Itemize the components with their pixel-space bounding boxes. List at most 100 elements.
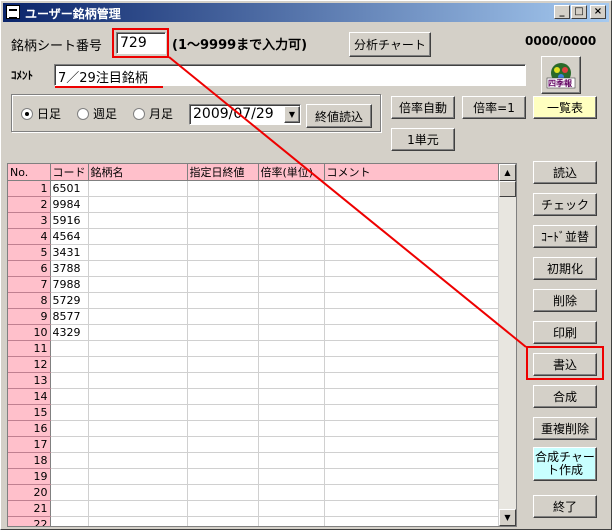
comment-cell[interactable] — [324, 292, 499, 309]
row-number-cell[interactable]: 17 — [8, 436, 51, 453]
name-cell[interactable] — [88, 308, 188, 325]
code-cell[interactable] — [50, 340, 89, 357]
comment-cell[interactable] — [324, 420, 499, 437]
comment-cell[interactable] — [324, 260, 499, 277]
column-header-no[interactable]: No. — [8, 164, 51, 181]
row-number-cell[interactable]: 1 — [8, 180, 51, 197]
table-row[interactable]: 2 9984 — [8, 196, 499, 213]
ratio-cell[interactable] — [258, 244, 325, 261]
close-price-cell[interactable] — [187, 260, 259, 277]
read-button[interactable]: 読込 — [533, 161, 597, 184]
close-price-cell[interactable] — [187, 324, 259, 341]
close-price-cell[interactable] — [187, 468, 259, 485]
code-cell[interactable] — [50, 516, 89, 526]
name-cell[interactable] — [88, 468, 188, 485]
name-cell[interactable] — [88, 228, 188, 245]
code-cell[interactable]: 4564 — [50, 228, 89, 245]
close-price-cell[interactable] — [187, 228, 259, 245]
analysis-chart-button[interactable]: 分析チャート — [349, 32, 431, 57]
row-number-cell[interactable]: 10 — [8, 324, 51, 341]
monthly-radio[interactable]: 月足 — [133, 105, 173, 122]
column-header-comment[interactable]: コメント — [324, 164, 499, 181]
comment-cell[interactable] — [324, 276, 499, 293]
close-button[interactable]: × — [590, 5, 606, 19]
row-number-cell[interactable]: 14 — [8, 388, 51, 405]
code-cell[interactable] — [50, 500, 89, 517]
code-cell[interactable]: 5916 — [50, 212, 89, 229]
comment-cell[interactable] — [324, 404, 499, 421]
code-cell[interactable]: 4329 — [50, 324, 89, 341]
load-close-button[interactable]: 終値読込 — [306, 104, 372, 128]
name-cell[interactable] — [88, 324, 188, 341]
grid-scrollbar[interactable]: ▲ ▼ — [499, 164, 516, 526]
close-price-cell[interactable] — [187, 500, 259, 517]
table-row[interactable]: 12 — [8, 356, 499, 373]
name-cell[interactable] — [88, 356, 188, 373]
comment-cell[interactable] — [324, 388, 499, 405]
ratio-cell[interactable] — [258, 388, 325, 405]
code-cell[interactable] — [50, 484, 89, 501]
close-price-cell[interactable] — [187, 212, 259, 229]
scroll-up-icon[interactable]: ▲ — [499, 164, 516, 181]
row-number-cell[interactable]: 4 — [8, 228, 51, 245]
comment-cell[interactable] — [324, 196, 499, 213]
code-cell[interactable] — [50, 436, 89, 453]
comment-cell[interactable] — [324, 228, 499, 245]
daily-radio[interactable]: 日足 — [21, 105, 61, 122]
maximize-button[interactable]: □ — [571, 5, 587, 19]
code-cell[interactable]: 7988 — [50, 276, 89, 293]
name-cell[interactable] — [88, 292, 188, 309]
name-cell[interactable] — [88, 420, 188, 437]
code-cell[interactable] — [50, 372, 89, 389]
row-number-cell[interactable]: 5 — [8, 244, 51, 261]
row-number-cell[interactable]: 15 — [8, 404, 51, 421]
code-cell[interactable] — [50, 404, 89, 421]
chevron-down-icon[interactable]: ▼ — [284, 106, 300, 123]
comment-cell[interactable] — [324, 484, 499, 501]
row-number-cell[interactable]: 7 — [8, 276, 51, 293]
row-number-cell[interactable]: 6 — [8, 260, 51, 277]
scroll-thumb[interactable] — [499, 181, 516, 197]
name-cell[interactable] — [88, 260, 188, 277]
table-row[interactable]: 22 — [8, 516, 499, 526]
ratio-cell[interactable] — [258, 308, 325, 325]
one-unit-button[interactable]: 1単元 — [391, 128, 455, 151]
ratio-cell[interactable] — [258, 180, 325, 197]
close-price-cell[interactable] — [187, 244, 259, 261]
compose-button[interactable]: 合成 — [533, 385, 597, 408]
table-row[interactable]: 16 — [8, 420, 499, 437]
comment-input[interactable]: 7／29注目銘柄 — [54, 64, 526, 86]
ratio-cell[interactable] — [258, 420, 325, 437]
close-price-cell[interactable] — [187, 356, 259, 373]
table-row[interactable]: 11 — [8, 340, 499, 357]
check-button[interactable]: チェック — [533, 193, 597, 216]
comment-cell[interactable] — [324, 500, 499, 517]
ratio-cell[interactable] — [258, 196, 325, 213]
column-header-ratio[interactable]: 倍率(単位) — [258, 164, 325, 181]
code-sort-button[interactable]: ｺｰﾄﾞ並替 — [533, 225, 597, 248]
row-number-cell[interactable]: 12 — [8, 356, 51, 373]
table-row[interactable]: 19 — [8, 468, 499, 485]
code-cell[interactable]: 8577 — [50, 308, 89, 325]
compose-chart-button[interactable]: 合成チャート作成 — [533, 447, 597, 481]
row-number-cell[interactable]: 18 — [8, 452, 51, 469]
table-row[interactable]: 13 — [8, 372, 499, 389]
name-cell[interactable] — [88, 196, 188, 213]
table-row[interactable]: 10 4329 — [8, 324, 499, 341]
close-price-cell[interactable] — [187, 196, 259, 213]
date-select[interactable]: 2009/07/29 ▼ — [189, 104, 301, 125]
code-cell[interactable] — [50, 388, 89, 405]
dedupe-button[interactable]: 重複削除 — [533, 417, 597, 440]
ratio-cell[interactable] — [258, 500, 325, 517]
ratio-auto-button[interactable]: 倍率自動 — [391, 96, 455, 119]
row-number-cell[interactable]: 13 — [8, 372, 51, 389]
close-price-cell[interactable] — [187, 292, 259, 309]
initialize-button[interactable]: 初期化 — [533, 257, 597, 280]
table-row[interactable]: 6 3788 — [8, 260, 499, 277]
name-cell[interactable] — [88, 180, 188, 197]
row-number-cell[interactable]: 21 — [8, 500, 51, 517]
ratio-cell[interactable] — [258, 212, 325, 229]
ratio-cell[interactable] — [258, 452, 325, 469]
table-row[interactable]: 18 — [8, 452, 499, 469]
table-row[interactable]: 15 — [8, 404, 499, 421]
